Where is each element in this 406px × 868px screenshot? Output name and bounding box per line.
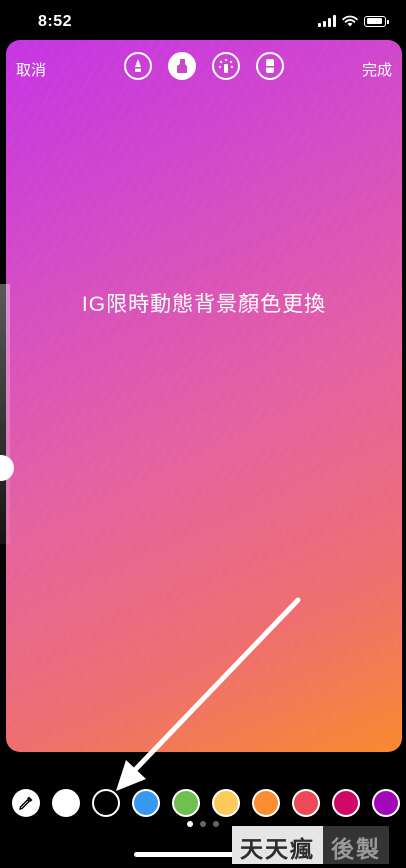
cancel-button[interactable]: 取消	[16, 59, 46, 80]
eraser-tool-button[interactable]	[256, 52, 284, 80]
done-button[interactable]: 完成	[362, 59, 392, 80]
wifi-icon	[342, 15, 358, 27]
marker-icon	[177, 59, 187, 73]
eraser-icon	[266, 59, 274, 73]
brush-size-slider-track[interactable]	[0, 284, 10, 544]
status-bar: 8:52	[0, 0, 406, 44]
eyedropper-icon	[19, 796, 33, 810]
color-swatch[interactable]	[372, 789, 400, 817]
color-swatch[interactable]	[332, 789, 360, 817]
color-swatch[interactable]	[212, 789, 240, 817]
watermark-part-1: 天天瘋	[232, 826, 323, 864]
battery-icon	[364, 15, 389, 27]
battery-level	[366, 18, 382, 24]
color-swatch[interactable]	[92, 789, 120, 817]
page-dot	[213, 821, 219, 827]
canvas-caption: IG限時動態背景顏色更換	[81, 293, 327, 316]
color-swatch[interactable]	[132, 789, 160, 817]
status-icons	[318, 15, 389, 27]
eyedropper-button[interactable]	[12, 789, 40, 817]
status-time: 8:52	[38, 13, 73, 30]
palette-page-indicator	[187, 821, 219, 827]
color-swatch[interactable]	[292, 789, 320, 817]
page-dot	[187, 821, 193, 827]
color-swatch[interactable]	[252, 789, 280, 817]
brush-tool-row	[124, 52, 284, 80]
pen-icon	[135, 59, 141, 72]
page-dot	[200, 821, 206, 827]
pen-tool-button[interactable]	[124, 52, 152, 80]
neon-icon	[218, 58, 234, 73]
story-canvas[interactable]: 取消 完成 IG限時動態背景顏色更換	[6, 40, 402, 752]
watermark: 天天瘋 後製	[232, 826, 389, 864]
marker-tool-button[interactable]	[168, 52, 196, 80]
color-swatch[interactable]	[172, 789, 200, 817]
cellular-signal-icon	[318, 15, 336, 27]
watermark-part-2: 後製	[323, 826, 389, 864]
color-palette	[12, 789, 400, 817]
color-swatch[interactable]	[52, 789, 80, 817]
neon-tool-button[interactable]	[212, 52, 240, 80]
